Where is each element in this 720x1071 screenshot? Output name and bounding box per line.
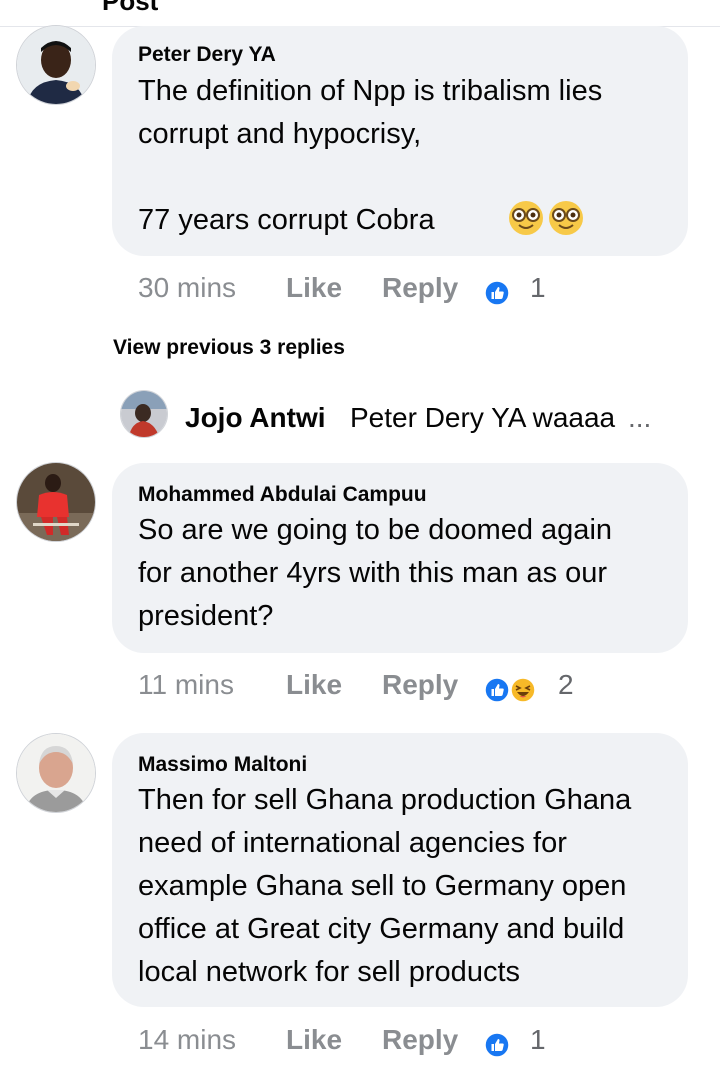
comment-author[interactable]: Massimo Maltoni [138, 753, 307, 777]
comment-meta: 14 mins Like Reply 1 [138, 1024, 578, 1064]
comment-bubble: Mohammed Abdulai Campuu So are we going … [112, 463, 688, 653]
reply-ellipsis: ... [628, 402, 652, 433]
comment-time[interactable]: 30 mins [138, 272, 236, 304]
reaction-count[interactable]: 2 [558, 669, 574, 701]
comment-meta: 11 mins Like Reply 2 [138, 669, 578, 709]
reaction-count[interactable]: 1 [530, 1024, 546, 1056]
reply-preview[interactable]: Jojo Antwi Peter Dery YA waaaa ... [120, 390, 720, 440]
like-button[interactable]: Like [286, 1024, 342, 1056]
top-bar: Post [0, 0, 720, 27]
reply-button[interactable]: Reply [382, 669, 458, 701]
like-icon[interactable] [484, 1032, 510, 1058]
comment-author[interactable]: Peter Dery YA [138, 43, 276, 67]
reaction-count[interactable]: 1 [530, 272, 546, 304]
comment-text: So are we going to be doomed again for a… [138, 514, 613, 632]
reply-text: Peter Dery YA waaaa [350, 402, 616, 433]
avatar[interactable] [16, 462, 96, 542]
nerd-face-emoji [549, 201, 583, 235]
avatar[interactable] [120, 390, 168, 438]
reply-author[interactable]: Jojo Antwi [185, 402, 326, 434]
like-button[interactable]: Like [286, 669, 342, 701]
comment-bubble: Peter Dery YA The definition of Npp is t… [112, 26, 688, 256]
page-title: Post [102, 0, 159, 16]
reply-button[interactable]: Reply [382, 1024, 458, 1056]
reply-button[interactable]: Reply [382, 272, 458, 304]
nerd-face-emoji [509, 201, 543, 235]
view-previous-replies-link[interactable]: View previous 3 replies [113, 336, 345, 360]
avatar[interactable] [16, 25, 96, 105]
comment-time[interactable]: 14 mins [138, 1024, 236, 1056]
like-icon[interactable] [484, 280, 510, 306]
comment-meta: 30 mins Like Reply 1 [138, 272, 578, 312]
comment-author[interactable]: Mohammed Abdulai Campuu [138, 483, 427, 507]
comment-text: Then for sell Ghana production Ghana nee… [138, 784, 632, 988]
avatar[interactable] [16, 733, 96, 813]
haha-icon[interactable] [510, 677, 536, 703]
like-icon[interactable] [484, 677, 510, 703]
comment-bubble: Massimo Maltoni Then for sell Ghana prod… [112, 733, 688, 1007]
like-button[interactable]: Like [286, 272, 342, 304]
comment-time[interactable]: 11 mins [138, 669, 234, 701]
